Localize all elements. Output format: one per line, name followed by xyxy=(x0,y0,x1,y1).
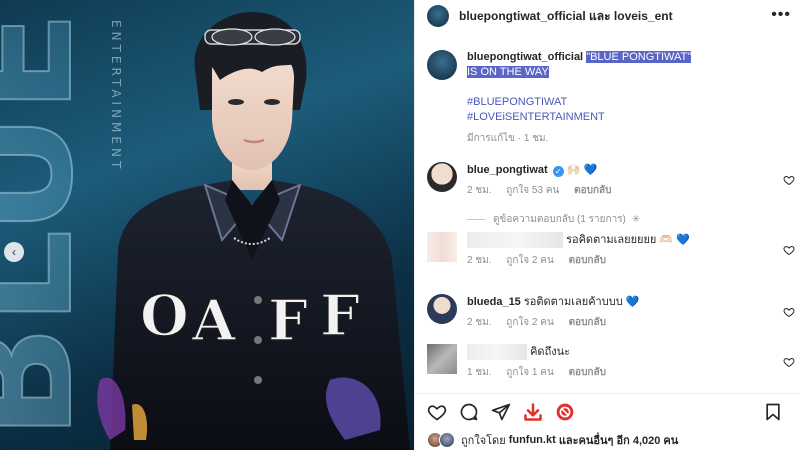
post-image[interactable]: BLUE ENTERTAINMENT O A F F ‹ xyxy=(0,0,414,450)
sunglasses xyxy=(204,28,301,46)
liked-by-line[interactable]: ถูกใจโดย funfun.kt และคนอื่นๆ อีก 4,020 … xyxy=(427,431,678,449)
post-side-panel: bluepongtiwat_official และ loveis_ent ••… xyxy=(414,0,800,450)
previous-image-button[interactable]: ‹ xyxy=(4,242,24,262)
post-header: bluepongtiwat_official และ loveis_ent ••… xyxy=(415,0,800,32)
view-replies-label[interactable]: ดูข้อความตอบกลับ (1 รายการ) xyxy=(493,212,626,227)
commenter-avatar-blurred[interactable] xyxy=(427,344,457,374)
post-authors: bluepongtiwat_official และ loveis_ent xyxy=(459,7,673,26)
author-username-2[interactable]: loveis_ent xyxy=(614,9,673,23)
download-icon[interactable] xyxy=(523,402,543,422)
hashtag-link[interactable]: #BLUEPONGTIWAT xyxy=(467,95,691,110)
commenter-avatar[interactable] xyxy=(427,162,457,192)
comment-item: รอคิดตามเลยยยยย 🫶🏻 💙 2 ชม. ถูกใจ 2 คน ตอ… xyxy=(427,232,799,269)
commenter-avatar[interactable] xyxy=(427,294,457,324)
caption-headline-line1: "BLUE PONGTIWAT" xyxy=(586,51,692,63)
caption-meta: มีการแก้ไข · 1 ชม. xyxy=(467,133,549,144)
author-avatar[interactable] xyxy=(427,5,449,27)
commenter-username[interactable]: blueda_15 xyxy=(467,296,521,308)
reply-button[interactable]: ตอบกลับ xyxy=(569,367,606,378)
caption-avatar[interactable] xyxy=(427,50,457,80)
loading-spinner-icon: ✳ xyxy=(631,214,641,225)
comment-likes[interactable]: ถูกใจ 1 คน xyxy=(506,367,554,378)
comment-time: 2 ชม. xyxy=(467,185,492,196)
like-comment-heart-icon[interactable] xyxy=(783,174,795,186)
comment-likes[interactable]: ถูกใจ 53 คน xyxy=(506,185,559,196)
like-comment-heart-icon[interactable] xyxy=(783,356,795,368)
actions-divider xyxy=(415,393,800,394)
jacket-letter-f1: F xyxy=(268,288,308,354)
like-comment-heart-icon[interactable] xyxy=(783,244,795,256)
post-photo-illustration: BLUE ENTERTAINMENT O A F F xyxy=(0,10,410,450)
commenter-username[interactable]: blue_pongtiwat xyxy=(467,164,548,176)
reply-button[interactable]: ตอบกลับ xyxy=(569,317,606,328)
authors-conjunction: และ xyxy=(589,8,611,23)
comment-item: blue_pongtiwat ✓ 🙌🏻 💙 2 ชม. ถูกใจ 53 คน … xyxy=(427,162,799,199)
comment-time: 1 ชม. xyxy=(467,367,492,379)
side-vertical-text: ENTERTAINMENT xyxy=(109,20,123,172)
liker-avatar xyxy=(439,432,455,448)
comment-time: 2 ชม. xyxy=(467,317,492,328)
jacket-letter-o: O xyxy=(140,283,189,349)
jacket-letter-a: A xyxy=(191,288,237,354)
blurred-username xyxy=(467,232,563,249)
reply-button[interactable]: ตอบกลับ xyxy=(574,185,611,196)
comment-likes[interactable]: ถูกใจ 2 คน xyxy=(506,317,554,328)
comment-text: คิดถึงนะ xyxy=(530,346,571,358)
share-paper-plane-icon[interactable] xyxy=(491,402,511,422)
liker-avatars xyxy=(427,432,457,448)
like-comment-heart-icon[interactable] xyxy=(783,306,795,318)
liked-by-prefix: ถูกใจโดย xyxy=(461,435,506,447)
jacket-letter-f2: F xyxy=(320,283,360,349)
caption-headline-line2: IS ON THE WAY xyxy=(467,66,549,78)
block-icon[interactable] xyxy=(555,402,575,422)
save-bookmark-icon[interactable] xyxy=(763,402,783,422)
background-title-letters: BLUE xyxy=(0,10,107,441)
view-replies-toggle[interactable]: ดูข้อความตอบกลับ (1 รายการ) ✳ xyxy=(467,212,640,227)
comment-text: 🙌🏻 💙 xyxy=(566,164,598,176)
post-action-bar xyxy=(427,400,789,426)
comment-text: รอคิดตามเลยยยยย 🫶🏻 💙 xyxy=(566,234,690,246)
blurred-username xyxy=(467,344,527,361)
caption-username[interactable]: bluepongtiwat_official xyxy=(467,51,583,63)
comment-bubble-icon[interactable] xyxy=(459,402,479,422)
liked-by-username[interactable]: funfun.kt xyxy=(509,434,556,446)
commenter-avatar-blurred[interactable] xyxy=(427,232,457,262)
like-heart-icon[interactable] xyxy=(427,402,447,422)
post-caption: bluepongtiwat_official "BLUE PONGTIWAT" … xyxy=(427,50,797,146)
reply-button[interactable]: ตอบกลับ xyxy=(569,255,606,266)
more-options-button[interactable]: ••• xyxy=(771,6,791,24)
author-username-1[interactable]: bluepongtiwat_official xyxy=(459,9,586,23)
liked-by-count[interactable]: และคนอื่นๆ อีก 4,020 คน xyxy=(559,431,679,449)
comment-text: รอติดตามเลยค้าบบบ 💙 xyxy=(523,296,640,308)
blue-glass-text: BLUE xyxy=(0,11,106,440)
replies-divider-line xyxy=(467,219,485,220)
comment-item: blueda_15 รอติดตามเลยค้าบบบ 💙 2 ชม. ถูกใ… xyxy=(427,294,799,331)
comment-item: คิดถึงนะ 1 ชม. ถูกใจ 1 คน ตอบกลับ xyxy=(427,344,799,381)
verified-badge-icon: ✓ xyxy=(552,166,564,177)
comment-time: 2 ชม. xyxy=(467,255,492,267)
hashtag-link[interactable]: #LOVEiSENTERTAINMENT xyxy=(467,110,691,125)
comment-likes[interactable]: ถูกใจ 2 คน xyxy=(506,255,554,266)
